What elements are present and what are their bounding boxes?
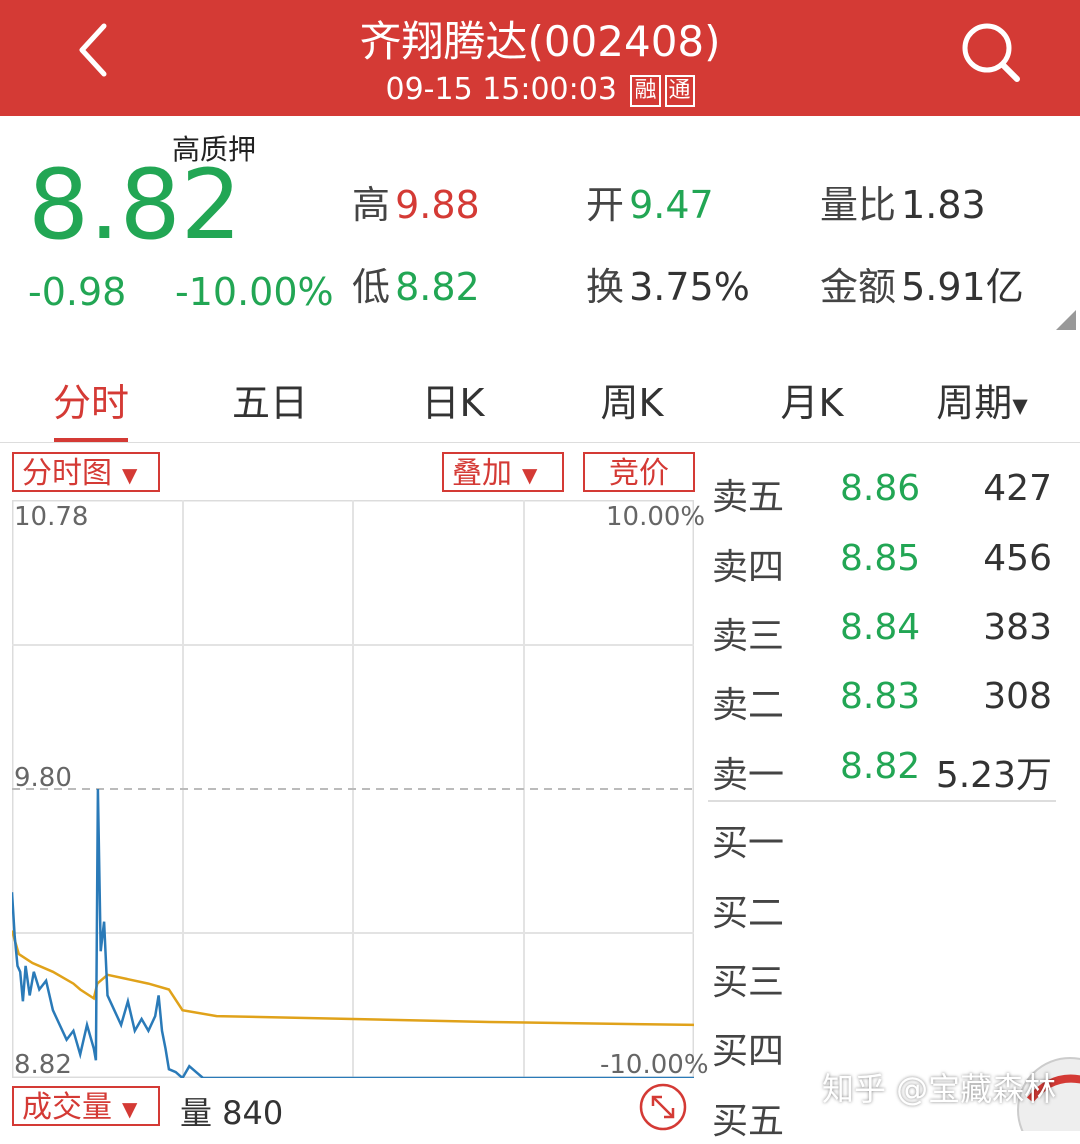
ask-2-label: 卖二 bbox=[712, 685, 785, 726]
low-label: 低 bbox=[352, 265, 391, 309]
tabs-divider bbox=[0, 442, 1080, 443]
high-label: 高 bbox=[352, 183, 391, 227]
watermark-text: 知乎 @宝藏森林 bbox=[822, 1070, 1057, 1108]
tab-period[interactable]: 周期▼ bbox=[912, 372, 1052, 427]
chart-top-pct-label: 10.00% bbox=[606, 502, 706, 532]
bid-4-label: 买四 bbox=[712, 1031, 785, 1072]
stock-title: 齐翔腾达(002408) bbox=[359, 17, 721, 66]
fullscreen-expand-icon[interactable] bbox=[638, 1082, 688, 1132]
amount-label: 金额 bbox=[820, 265, 897, 309]
ask-4-label: 卖四 bbox=[712, 547, 785, 588]
chart-bottom-price-label: 8.82 bbox=[14, 1050, 72, 1080]
orderbook-divider bbox=[708, 800, 1056, 802]
timeshare-chart-label: 分时图 bbox=[22, 456, 112, 491]
price-change: -0.98 bbox=[28, 270, 127, 314]
tab-daily-k[interactable]: 日K bbox=[378, 372, 528, 427]
high-price-stat: 高 9.88 bbox=[352, 174, 480, 229]
auction-button[interactable]: 竞价 bbox=[583, 452, 695, 492]
open-value: 9.47 bbox=[629, 183, 714, 227]
bid-3-label: 买三 bbox=[712, 962, 785, 1003]
volume-ratio-label: 量比 bbox=[820, 183, 897, 227]
ask-2-volume: 308 bbox=[983, 676, 1052, 717]
overlay-label: 叠加 bbox=[452, 456, 512, 491]
turnover-label: 换 bbox=[586, 265, 625, 309]
tab-period-label: 周期 bbox=[936, 381, 1013, 425]
low-value: 8.82 bbox=[395, 265, 480, 309]
tab-weekly-k[interactable]: 周K bbox=[557, 372, 707, 427]
ask-5-volume: 427 bbox=[983, 468, 1052, 509]
open-price-stat: 开 9.47 bbox=[586, 174, 714, 229]
timeshare-chart-dropdown[interactable]: 分时图 ▼ bbox=[12, 452, 160, 492]
chart-grid bbox=[12, 500, 694, 1078]
ask-3-volume: 383 bbox=[983, 607, 1052, 648]
volume-ratio-value: 1.83 bbox=[901, 183, 986, 227]
intraday-chart[interactable] bbox=[12, 500, 694, 1078]
volume-ratio-stat: 量比 1.83 bbox=[820, 174, 986, 229]
caret-down-icon: ▼ bbox=[1012, 393, 1028, 418]
tab-timeshare[interactable]: 分时 bbox=[16, 372, 166, 427]
bid-1-label: 买一 bbox=[712, 823, 785, 864]
high-value: 9.88 bbox=[395, 183, 480, 227]
quote-datetime: 09-15 15:00:03 bbox=[385, 72, 617, 107]
current-price: 8.82 bbox=[28, 149, 242, 261]
chart-top-price-label: 10.78 bbox=[14, 502, 89, 532]
tab-five-day[interactable]: 五日 bbox=[195, 372, 345, 427]
quote-time-row: 09-15 15:00:03 融通 bbox=[0, 72, 1080, 107]
ask-3-label: 卖三 bbox=[712, 616, 785, 657]
amount-stat: 金额 5.91亿 bbox=[820, 256, 1024, 311]
tab-monthly-k[interactable]: 月K bbox=[737, 372, 887, 427]
dropdown-caret-icon: ▼ bbox=[122, 462, 138, 487]
dropdown-caret-icon: ▼ bbox=[522, 462, 538, 487]
price-change-percent: -10.00% bbox=[175, 270, 334, 314]
amount-value: 5.91亿 bbox=[901, 265, 1024, 309]
margin-trading-badge: 融 bbox=[630, 74, 661, 107]
low-price-stat: 低 8.82 bbox=[352, 256, 480, 311]
turnover-value: 3.75% bbox=[629, 265, 750, 309]
ask-5-label: 卖五 bbox=[712, 477, 785, 518]
open-label: 开 bbox=[586, 183, 625, 227]
volume-indicator-label: 成交量 bbox=[22, 1090, 112, 1125]
volume-indicator-dropdown[interactable]: 成交量 ▼ bbox=[12, 1086, 160, 1126]
ask-1-label: 卖一 bbox=[712, 755, 785, 796]
ask-4-volume: 456 bbox=[983, 538, 1052, 579]
overlay-dropdown[interactable]: 叠加 ▼ bbox=[442, 452, 564, 492]
search-icon[interactable] bbox=[955, 18, 1025, 88]
chart-prev-close-label: 9.80 bbox=[14, 763, 72, 793]
expand-quote-triangle-icon[interactable] bbox=[1056, 310, 1076, 330]
bid-5-label: 买五 bbox=[712, 1101, 785, 1142]
dropdown-caret-icon: ▼ bbox=[122, 1096, 138, 1121]
turnover-stat: 换 3.75% bbox=[586, 256, 750, 311]
chart-bottom-pct-label: -10.00% bbox=[600, 1050, 709, 1080]
stock-connect-badge: 通 bbox=[664, 74, 695, 107]
ask-1-volume: 5.23万 bbox=[935, 755, 1052, 796]
bid-2-label: 买二 bbox=[712, 893, 785, 934]
volume-readout: 量 840 bbox=[180, 1094, 284, 1132]
